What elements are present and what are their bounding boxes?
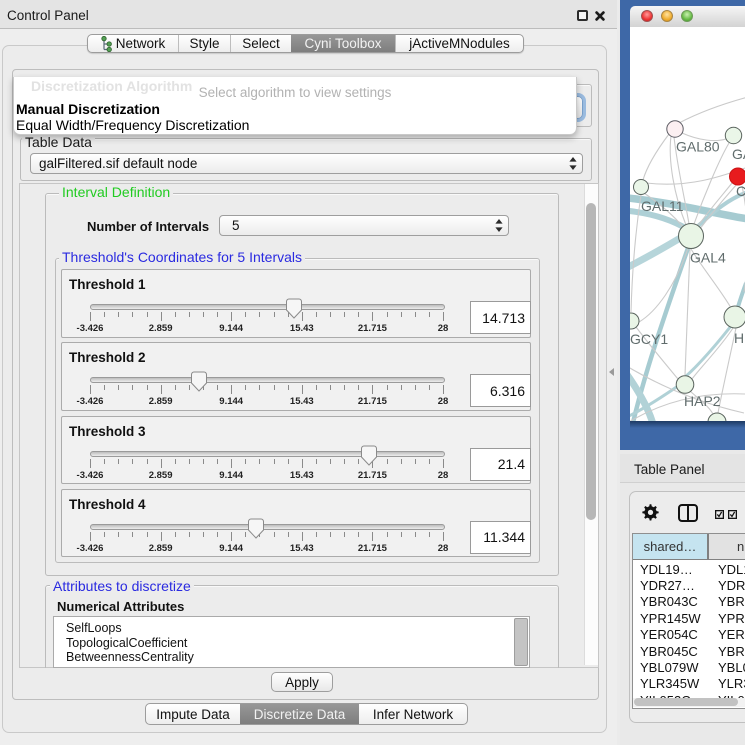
svg-text:GAL80: GAL80 [676,139,720,155]
svg-text:HAP2: HAP2 [684,393,721,409]
svg-text:GCY1: GCY1 [630,331,668,347]
svg-text:H: H [734,330,744,346]
svg-text:GAL11: GAL11 [641,198,684,214]
svg-text:C: C [736,183,745,199]
svg-text:GAL4: GAL4 [690,250,726,266]
svg-text:GA: GA [732,146,745,162]
